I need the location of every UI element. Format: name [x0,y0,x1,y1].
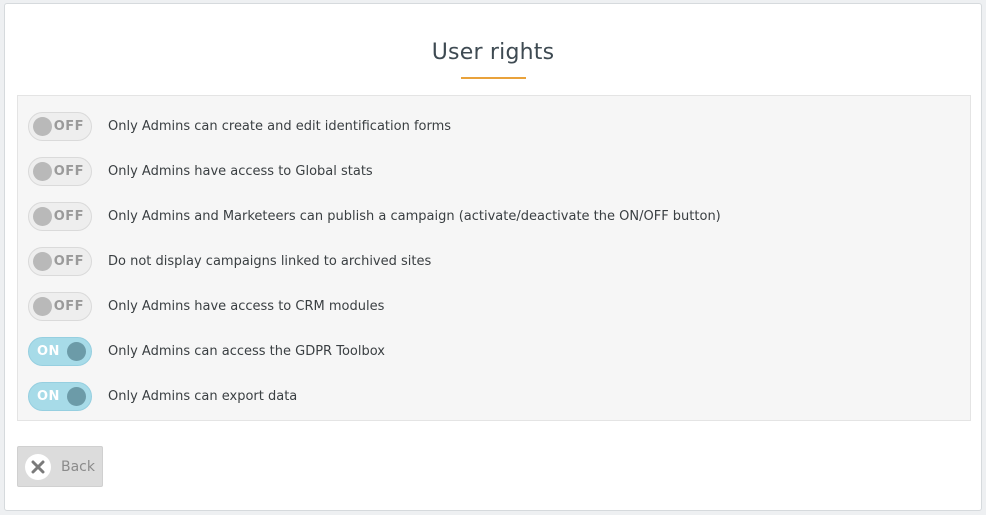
toggle-export-data[interactable]: ON [28,381,92,411]
toggle-knob [33,251,52,271]
right-row-identification-forms: OFF Only Admins can create and edit iden… [28,111,451,141]
toggle-identification-forms[interactable]: OFF [28,111,92,141]
back-icon-circle [25,453,51,480]
close-icon [31,460,45,473]
right-label: Only Admins can create and edit identifi… [108,118,452,134]
right-row-crm-modules: OFF Only Admins have access to CRM modul… [28,291,384,321]
right-row-export-data: ON Only Admins can export data [28,381,297,411]
toggle-knob [33,296,52,316]
user-rights-card: User rights OFF Only Admins can create a… [4,3,982,511]
title-wrap: User rights [5,40,981,65]
toggle-crm-modules[interactable]: OFF [28,291,92,321]
right-row-publish-campaign: OFF Only Admins and Marketeers can publi… [28,201,721,231]
toggle-state: OFF [53,118,84,134]
back-label: Back [61,458,95,475]
toggle-global-stats[interactable]: OFF [28,156,92,186]
toggle-publish-campaign[interactable]: OFF [28,201,92,231]
right-label: Only Admins can access the GDPR Toolbox [108,343,385,359]
toggle-state: OFF [53,163,84,179]
toggle-knob [67,386,86,406]
back-button[interactable]: Back [17,446,103,487]
toggle-state: OFF [53,253,84,269]
right-label: Only Admins can export data [108,388,298,404]
right-label: Only Admins and Marketeers can publish a… [108,208,721,224]
right-label: Only Admins have access to Global stats [108,163,373,179]
toggle-knob [33,206,52,226]
toggle-state: OFF [53,208,84,224]
toggle-knob [33,116,52,136]
right-row-archived-sites: OFF Do not display campaigns linked to a… [28,246,431,276]
right-row-gdpr-toolbox: ON Only Admins can access the GDPR Toolb… [28,336,385,366]
toggle-state: OFF [53,298,84,314]
right-label: Only Admins have access to CRM modules [108,298,385,314]
page-title: User rights [431,40,555,65]
rights-panel: OFF Only Admins can create and edit iden… [17,95,971,421]
toggle-gdpr-toolbox[interactable]: ON [28,336,92,366]
toggle-state: ON [37,343,60,359]
toggle-archived-sites[interactable]: OFF [28,246,92,276]
right-label: Do not display campaigns linked to archi… [108,253,432,269]
toggle-knob [67,341,86,361]
title-underline [461,77,526,79]
toggle-knob [33,161,52,181]
right-row-global-stats: OFF Only Admins have access to Global st… [28,156,373,186]
toggle-state: ON [37,388,60,404]
